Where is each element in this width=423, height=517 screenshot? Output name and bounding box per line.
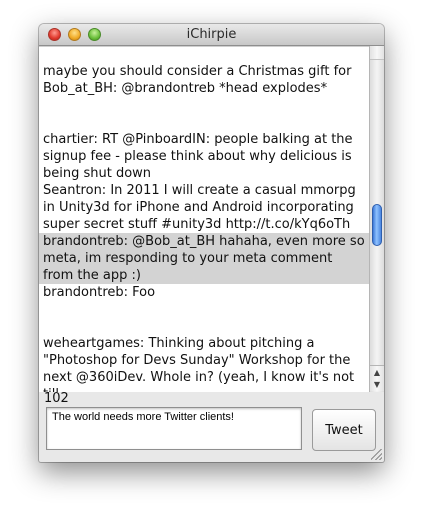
title-bar[interactable]: iChirpie xyxy=(39,24,384,46)
window-title: iChirpie xyxy=(186,27,237,42)
tweet-item[interactable]: brandontreb: Foo xyxy=(39,284,369,301)
app-window: iChirpie maybe you should consider a Chr… xyxy=(39,24,384,462)
tweet-spacer xyxy=(39,97,369,131)
tweet-item[interactable]: chartier: RT @PinboardIN: people balking… xyxy=(39,131,369,182)
scroll-down-arrow-icon[interactable]: ▼ xyxy=(370,378,384,391)
scrollbar-top-cap xyxy=(370,46,384,60)
character-counter: 102 xyxy=(44,391,69,406)
tweet-feed-content: maybe you should consider a Christmas gi… xyxy=(39,63,369,392)
tweet-item[interactable]: maybe you should consider a Christmas gi… xyxy=(39,63,369,97)
tweet-feed[interactable]: maybe you should consider a Christmas gi… xyxy=(39,46,369,392)
scrollbar-thumb[interactable] xyxy=(372,204,382,246)
scroll-up-arrow-icon[interactable]: ▲ xyxy=(370,365,384,379)
tweet-item[interactable]: Seantron: In 2011 I will create a casual… xyxy=(39,182,369,233)
tweet-spacer xyxy=(39,301,369,335)
feed-scrollbar[interactable]: ▲ ▼ xyxy=(369,46,384,392)
tweet-item[interactable]: weheartgames: Thinking about pitching a … xyxy=(39,335,369,392)
tweet-button[interactable]: Tweet xyxy=(312,409,376,451)
tweet-compose-input[interactable]: The world needs more Twitter clients! xyxy=(46,407,302,450)
tweet-item-selected[interactable]: brandontreb: @Bob_at_BH hahaha, even mor… xyxy=(39,233,369,284)
resize-grip-icon[interactable] xyxy=(371,449,382,460)
